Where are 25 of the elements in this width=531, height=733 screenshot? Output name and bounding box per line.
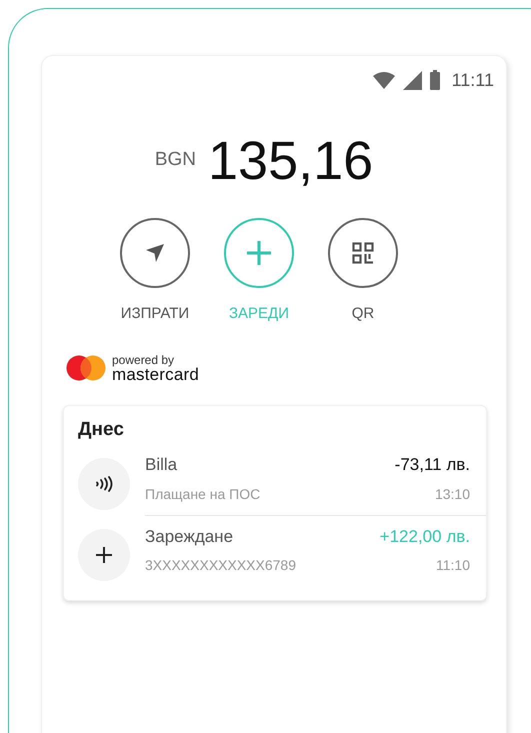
merchant-name: Billa [145, 454, 178, 476]
qr-code-icon [352, 242, 374, 264]
transaction-amount: -73,11 лв. [394, 454, 470, 476]
transaction-time: 11:10 [436, 556, 470, 575]
merchant-name: Зареждане [145, 526, 234, 548]
contactless-icon [95, 476, 113, 492]
battery-icon [430, 70, 440, 90]
transaction-row[interactable]: Billa Плащане на ПОС -73,11 лв. 13:10 [64, 444, 486, 516]
wifi-icon [372, 71, 395, 89]
transaction-time: 13:10 [434, 484, 470, 504]
transaction-amount: +122,00 лв. [380, 526, 470, 548]
status-time: 11:11 [452, 68, 494, 92]
transaction-detail: Плащане на ПОС [145, 484, 262, 504]
transaction-row[interactable]: Зареждане 3XXXXXXXXXXXX6789 +122,00 лв. 11:10 [64, 516, 486, 586]
brand-name: mastercard [112, 366, 200, 382]
paper-plane-icon [145, 243, 165, 263]
balance-amount: 135,16 [208, 134, 374, 188]
currency-label: BGN [154, 148, 196, 172]
plus-icon [96, 546, 112, 563]
section-title: Днес [77, 418, 125, 442]
powered-by-caption: powered by [112, 354, 176, 366]
signal-icon [402, 70, 422, 90]
mastercard-logo-icon [66, 355, 106, 381]
transaction-detail: 3XXXXXXXXXXXX6789 [145, 556, 297, 575]
plus-icon [246, 240, 272, 266]
